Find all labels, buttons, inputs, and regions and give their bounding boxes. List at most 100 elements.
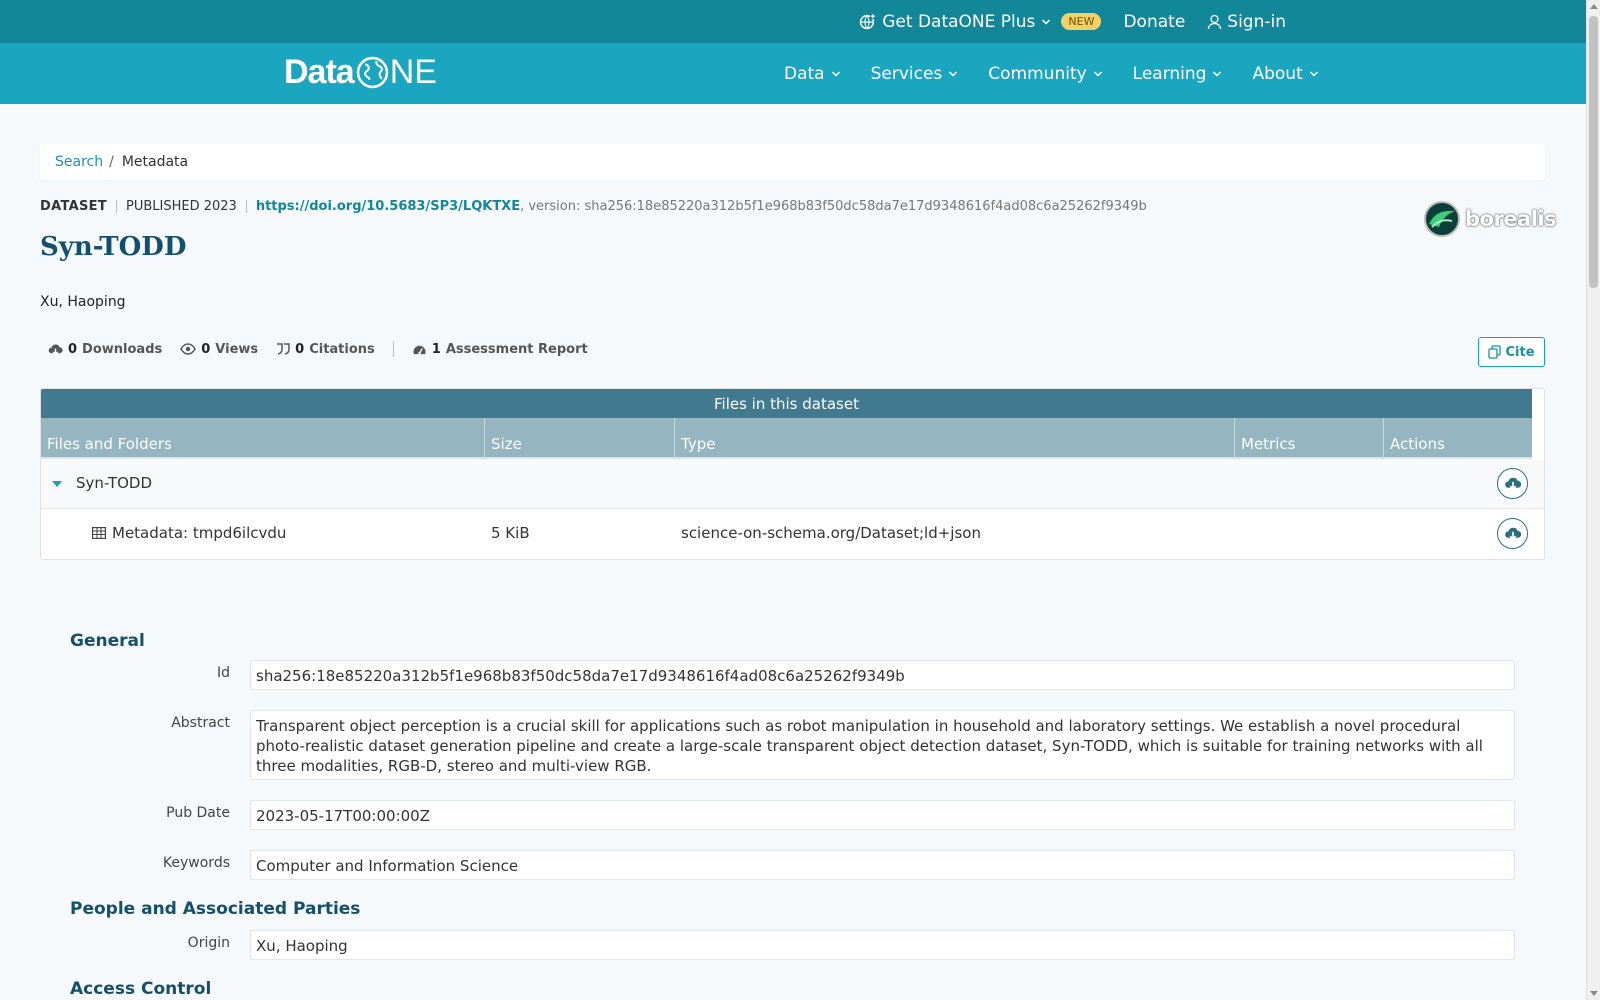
eye-icon <box>180 343 197 355</box>
dataset-metrics: 0 Downloads 0 Views 0 Citations 1 Assess… <box>48 341 588 357</box>
file-size: 5 KiB <box>491 524 530 542</box>
views-metric[interactable]: 0 Views <box>180 342 258 357</box>
dataset-doi-link[interactable]: https://doi.org/10.5683/SP3/LQKTXE <box>256 199 520 214</box>
dataset-type: DATASET <box>40 199 107 214</box>
field-label-pub-date: Pub Date <box>166 805 230 821</box>
chevron-down-icon <box>1093 70 1102 77</box>
downloads-metric[interactable]: 0 Downloads <box>48 342 162 357</box>
assessment-count: 1 <box>431 341 441 357</box>
download-file-button[interactable] <box>1497 518 1528 549</box>
divider <box>245 200 247 213</box>
citations-count: 0 <box>295 341 305 357</box>
user-icon <box>1208 14 1222 29</box>
download-folder-button[interactable] <box>1497 468 1528 499</box>
chevron-down-icon <box>1042 18 1051 25</box>
cloud-download-icon <box>48 343 63 355</box>
scroll-down-arrow-icon[interactable] <box>1590 991 1598 996</box>
nav-item-community[interactable]: Community <box>988 64 1102 84</box>
assessment-metric[interactable]: 1 Assessment Report <box>412 342 588 357</box>
field-value-keywords: Computer and Information Science <box>250 850 1515 880</box>
nav-item-services[interactable]: Services <box>871 64 959 84</box>
column-metrics: Metrics <box>1235 418 1384 459</box>
field-label-keywords: Keywords <box>162 855 230 871</box>
cloud-download-icon <box>1504 527 1521 541</box>
citations-label: Citations <box>309 341 375 357</box>
field-label-id: Id <box>216 665 230 681</box>
page-title: Syn-TODD <box>40 232 187 262</box>
new-badge: NEW <box>1061 13 1102 30</box>
dataset-meta-line: DATASET PUBLISHED 2023 https://doi.org/1… <box>40 199 1147 214</box>
sign-in-label: Sign-in <box>1227 11 1286 32</box>
section-title-access-control: Access Control <box>70 979 212 999</box>
divider <box>392 341 394 357</box>
chevron-down-icon <box>949 70 958 77</box>
donate-link[interactable]: Donate <box>1123 12 1185 32</box>
borealis-logo-icon <box>1424 201 1460 237</box>
nav-item-about[interactable]: About <box>1252 64 1318 84</box>
chevron-down-icon <box>1213 70 1222 77</box>
scroll-up-arrow-icon[interactable] <box>1590 4 1598 9</box>
assessment-label: Assessment Report <box>445 341 588 357</box>
nav-item-learning[interactable]: Learning <box>1133 64 1223 84</box>
dataone-logo[interactable]: Data NE <box>284 53 437 92</box>
repository-logo[interactable]: borealis <box>1423 200 1557 238</box>
file-type: science-on-schema.org/Dataset;ld+json <box>681 524 981 542</box>
logo-text-one: NE <box>354 53 437 92</box>
nav-item-label: Data <box>784 63 825 84</box>
main-nav: Data NE Data Services Community Learning… <box>0 43 1586 104</box>
breadcrumb-search-link[interactable]: Search <box>55 154 103 170</box>
file-row[interactable]: Metadata: tmpd6ilcvdu 5 KiB science-on-s… <box>41 509 1544 559</box>
breadcrumb: Search / Metadata <box>40 144 1545 180</box>
top-bar: Get DataONE Plus NEW Donate Sign-in <box>0 0 1586 43</box>
column-actions: Actions <box>1390 435 1445 453</box>
field-value-origin[interactable]: Xu, Haoping <box>250 930 1515 960</box>
views-count: 0 <box>201 341 211 357</box>
nav-item-data[interactable]: Data <box>784 64 841 84</box>
nav-item-label: Community <box>988 63 1087 84</box>
scroll-thumb[interactable] <box>1589 16 1598 288</box>
sign-in-link[interactable]: Sign-in <box>1207 12 1286 32</box>
breadcrumb-separator: / <box>109 154 114 170</box>
section-title-general: General <box>70 631 145 651</box>
globe-icon <box>356 56 388 89</box>
folder-row[interactable]: Syn-TODD <box>41 459 1544 509</box>
views-label: Views <box>215 341 259 357</box>
cite-button[interactable]: Cite <box>1478 337 1545 367</box>
gauge-icon <box>413 345 426 354</box>
downloads-label: Downloads <box>82 341 163 357</box>
dataset-published: PUBLISHED 2023 <box>125 199 237 214</box>
logo-text-data: Data <box>284 53 355 91</box>
folder-name: Syn-TODD <box>76 474 153 492</box>
file-name-link[interactable]: Metadata: tmpd6ilcvdu <box>112 524 286 542</box>
dataset-version: , version: sha256:18e85220a312b5f1e968b8… <box>520 199 1147 214</box>
files-table-header: Files and Folders Size Type Metrics Acti… <box>41 418 1532 459</box>
field-label-origin: Origin <box>187 935 230 951</box>
field-value-id: sha256:18e85220a312b5f1e968b83f50dc58da7… <box>250 660 1515 690</box>
column-files-and-folders[interactable]: Files and Folders <box>41 418 485 459</box>
files-table: Files in this dataset Files and Folders … <box>40 388 1545 560</box>
field-value-pub-date: 2023-05-17T00:00:00Z <box>250 800 1515 830</box>
page-scrollbar[interactable] <box>1586 0 1600 1000</box>
downloads-count: 0 <box>68 341 78 357</box>
chevron-down-icon <box>1309 70 1318 77</box>
field-value-abstract: Transparent object perception is a cruci… <box>250 710 1515 780</box>
breadcrumb-current: Metadata <box>121 154 189 170</box>
cloud-download-icon <box>1504 477 1521 491</box>
globe-plus-icon <box>860 13 876 30</box>
citations-metric[interactable]: 0 Citations <box>276 342 375 357</box>
cite-label: Cite <box>1505 344 1535 360</box>
dataset-author[interactable]: Xu, Haoping <box>40 294 126 310</box>
divider <box>115 200 117 213</box>
nav-item-label: Services <box>870 63 943 84</box>
get-dataone-plus-menu[interactable]: Get DataONE Plus NEW <box>859 11 1102 32</box>
nav-items: Data Services Community Learning About <box>784 43 1319 104</box>
table-icon <box>92 527 106 539</box>
logo-text-ne: NE <box>389 53 437 91</box>
column-type[interactable]: Type <box>675 418 1235 459</box>
section-title-people: People and Associated Parties <box>70 899 361 919</box>
field-label-abstract: Abstract <box>171 715 230 731</box>
caret-down-icon[interactable] <box>52 481 62 487</box>
top-bar-links: Get DataONE Plus NEW Donate Sign-in <box>859 0 1286 43</box>
column-size[interactable]: Size <box>485 418 675 459</box>
get-dataone-plus-label: Get DataONE Plus <box>882 11 1036 32</box>
